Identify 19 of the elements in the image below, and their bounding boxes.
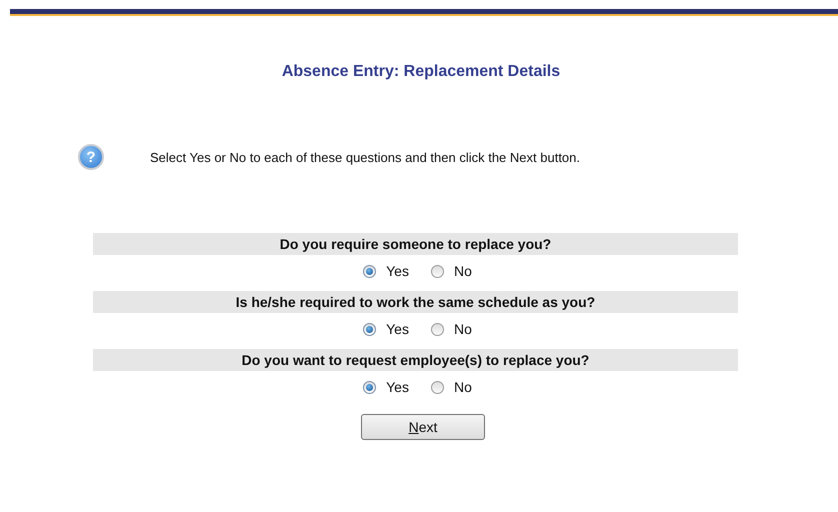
radio-icon[interactable] bbox=[363, 380, 376, 394]
radio-icon[interactable] bbox=[430, 380, 444, 394]
radio-icon[interactable] bbox=[430, 322, 444, 336]
radio-icon[interactable] bbox=[430, 264, 444, 278]
next-button[interactable]: Next bbox=[361, 414, 485, 440]
radio-icon[interactable] bbox=[363, 264, 376, 278]
radio-option[interactable]: No bbox=[430, 263, 472, 279]
radio-option[interactable]: Yes bbox=[363, 263, 409, 279]
radio-option[interactable]: Yes bbox=[363, 379, 409, 395]
radio-option[interactable]: No bbox=[430, 379, 472, 395]
instruction-text: Select Yes or No to each of these questions and then click the Next button. bbox=[150, 150, 580, 164]
question-label: Is he/she required to work the same schedule as you? bbox=[93, 291, 738, 313]
page-title: Absence Entry: Replacement Details bbox=[280, 63, 562, 81]
help-icon: ? bbox=[78, 144, 104, 170]
question-label: Do you want to request employee(s) to replace you? bbox=[93, 349, 738, 371]
radio-icon[interactable] bbox=[363, 322, 376, 336]
question-label: Do you require someone to replace you? bbox=[93, 233, 738, 255]
radio-option[interactable]: Yes bbox=[363, 321, 409, 337]
radio-option[interactable]: No bbox=[430, 321, 472, 337]
